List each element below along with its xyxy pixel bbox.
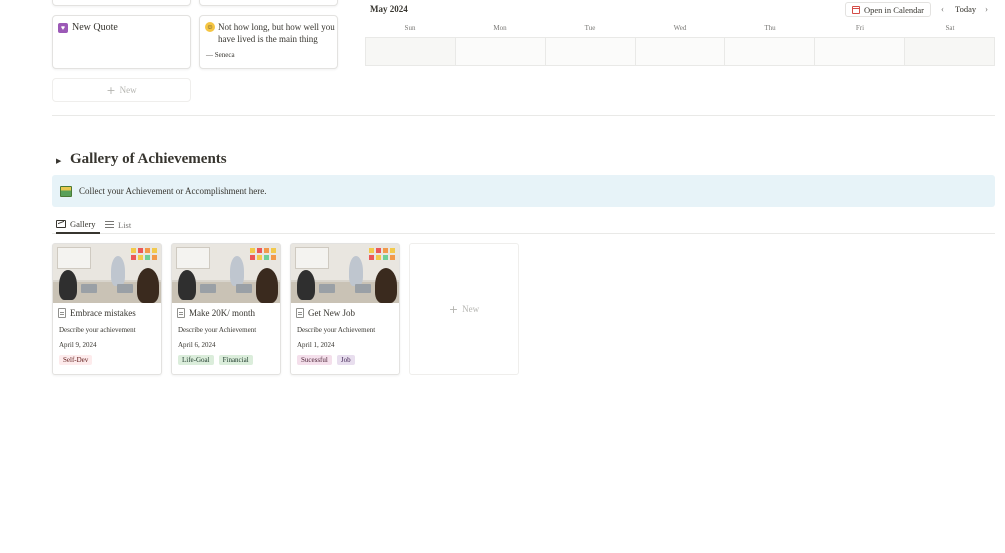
quote-card-stub[interactable] (199, 0, 338, 6)
calendar-week-row (365, 37, 996, 66)
page-icon (177, 308, 185, 318)
card-cover-image (53, 244, 161, 303)
card-date: April 1, 2024 (297, 341, 335, 349)
quote-text: Not how long, but how well you have live… (218, 22, 335, 44)
callout: Collect your Achievement or Accomplishme… (52, 175, 995, 207)
card-description: Describe your achievement (59, 326, 136, 334)
section-title: Gallery of Achievements (70, 151, 227, 167)
open-in-calendar-label: Open in Calendar (864, 4, 924, 15)
weekday-label: Wed (673, 24, 687, 32)
card-title: Embrace mistakes (70, 308, 136, 318)
quote-card[interactable]: ☺ Not how long, but how well you have li… (199, 15, 338, 69)
card-description: Describe your Achievement (178, 326, 257, 334)
gallery-card[interactable]: Embrace mistakes Describe your achievemen… (52, 243, 162, 375)
plus-icon: + (106, 83, 116, 97)
tag-badge: Financial (218, 355, 253, 365)
card-tags: Sucessful Job (297, 355, 355, 365)
weekday-label: Sat (945, 24, 955, 32)
card-tags: Life-Goal Financial (178, 355, 253, 365)
new-quote-row: ♥ New Quote (58, 22, 118, 33)
weekday-label: Sun (404, 24, 416, 32)
card-date: April 9, 2024 (59, 341, 97, 349)
card-title-row: Embrace mistakes (58, 308, 136, 318)
view-tabs: Gallery List (52, 213, 995, 234)
next-month-button[interactable]: › (985, 4, 988, 14)
tag-badge: Sucessful (297, 355, 332, 365)
card-cover-image (291, 244, 399, 303)
new-quote-card[interactable]: ♥ New Quote (52, 15, 191, 69)
calendar-day-cell[interactable] (904, 38, 996, 65)
weekday-label: Mon (493, 24, 507, 32)
tab-list[interactable]: List (105, 216, 131, 233)
plus-icon: + (448, 302, 459, 316)
open-in-calendar-button[interactable]: Open in Calendar (845, 2, 931, 17)
page-icon (296, 308, 304, 318)
card-cover-image (172, 244, 280, 303)
quote-author: — Seneca (206, 51, 235, 59)
calendar-day-cell[interactable] (454, 38, 545, 65)
gallery-card[interactable]: Get New Job Describe your Achievement Apri… (290, 243, 400, 375)
card-date: April 6, 2024 (178, 341, 216, 349)
new-quote-button[interactable]: + New (52, 78, 191, 102)
card-title: Get New Job (308, 308, 355, 318)
quote-text-row: ☺ Not how long, but how well you have li… (205, 21, 337, 45)
calendar-day-cell[interactable] (724, 38, 815, 65)
heart-icon: ♥ (58, 22, 68, 33)
divider (52, 115, 995, 116)
weekday-label: Thu (764, 24, 776, 32)
tab-gallery[interactable]: Gallery (56, 216, 100, 234)
tag-badge: Job (336, 355, 355, 365)
prev-month-button[interactable]: ‹ (941, 4, 944, 14)
weekday-label: Tue (584, 24, 596, 32)
weekday-label: Fri (855, 24, 865, 32)
card-title-row: Get New Job (296, 308, 355, 318)
tag-badge: Life-Goal (178, 355, 214, 365)
toggle-triangle-icon[interactable]: ▶ (56, 157, 61, 165)
smile-emoji-icon: ☺ (205, 22, 215, 32)
calendar-day-cell[interactable] (634, 38, 725, 65)
tag-badge: Self-Dev (59, 355, 93, 365)
picture-icon (60, 185, 72, 197)
calendar-month: May 2024 (370, 4, 408, 14)
calendar-weekdays: Sun Mon Tue Wed Thu Fri Sat (365, 24, 995, 32)
gallery-card[interactable]: Make 20K/ month Describe your Achievement… (171, 243, 281, 375)
card-description: Describe your Achievement (297, 326, 376, 334)
calendar-day-cell[interactable] (544, 38, 635, 65)
card-title-row: Make 20K/ month (177, 308, 255, 318)
callout-text: Collect your Achievement or Accomplishme… (79, 186, 267, 196)
page-icon (58, 308, 66, 318)
today-button[interactable]: Today (955, 4, 976, 14)
calendar-day-cell[interactable] (365, 38, 455, 65)
quote-card-stub[interactable] (52, 0, 191, 6)
list-icon (105, 221, 114, 228)
card-tags: Self-Dev (59, 355, 93, 365)
new-card-button[interactable]: + New (409, 243, 519, 375)
calendar-icon (852, 5, 860, 14)
tab-list-label: List (118, 219, 132, 230)
new-quote-label: New Quote (72, 22, 118, 33)
tab-gallery-label: Gallery (70, 219, 96, 229)
calendar-day-cell[interactable] (814, 38, 905, 65)
new-card-label: New (462, 304, 480, 314)
card-title: Make 20K/ month (189, 308, 255, 318)
new-label: New (119, 85, 137, 95)
gallery-icon (56, 220, 66, 228)
